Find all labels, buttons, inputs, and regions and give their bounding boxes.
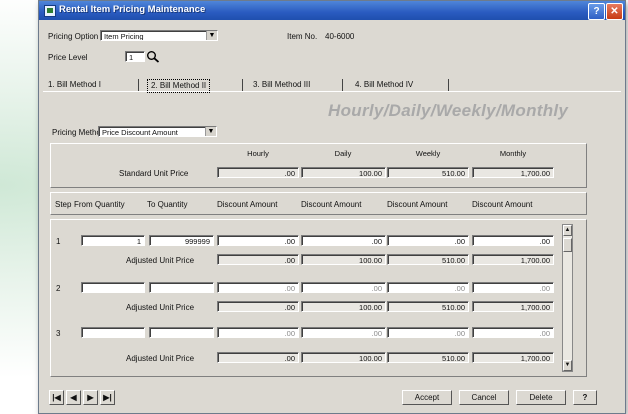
scroll-down-icon[interactable]: ▼ xyxy=(563,360,572,371)
price-level-label: Price Level xyxy=(48,53,88,62)
adjusted-hourly-value: .00 xyxy=(217,301,299,312)
adjusted-daily-value: 100.00 xyxy=(301,301,386,312)
close-button[interactable]: ✕ xyxy=(606,3,623,20)
last-record-button[interactable]: ▶| xyxy=(100,390,115,405)
standard-weekly-value: 510.00 xyxy=(387,167,469,178)
discount-monthly-input[interactable]: .00 xyxy=(472,282,554,293)
rate-periods-heading: Hourly/Daily/Weekly/Monthly xyxy=(328,101,569,120)
grid-scrollbar[interactable]: ▲ ▼ xyxy=(562,224,573,372)
adjusted-weekly-value: 510.00 xyxy=(387,352,469,363)
discount-weekly-input[interactable]: .00 xyxy=(387,327,469,338)
tab-bill-method-4[interactable]: 4. Bill Method IV xyxy=(352,79,416,91)
step-number: 1 xyxy=(56,237,61,246)
discount-hourly-input[interactable]: .00 xyxy=(217,235,299,246)
adjusted-hourly-value: .00 xyxy=(217,254,299,265)
price-level-input[interactable]: 1 xyxy=(125,51,145,62)
discount-monthly-input[interactable]: .00 xyxy=(472,327,554,338)
adjusted-daily-value: 100.00 xyxy=(301,254,386,265)
pricing-window: Rental Item Pricing Maintenance ? ✕ Pric… xyxy=(38,0,626,414)
search-icon[interactable] xyxy=(146,50,160,63)
adjusted-unit-price-label: Adjusted Unit Price xyxy=(126,354,195,363)
item-no-label: Item No. xyxy=(287,32,318,41)
adjusted-monthly-value: 1,700.00 xyxy=(472,301,554,312)
standard-unit-price-label: Standard Unit Price xyxy=(119,169,189,178)
step-number: 3 xyxy=(56,329,61,338)
pricing-option-label: Pricing Option xyxy=(48,32,99,41)
delete-button[interactable]: Delete xyxy=(516,390,566,405)
adjusted-monthly-value: 1,700.00 xyxy=(472,254,554,265)
discount-weekly-input[interactable]: .00 xyxy=(387,235,469,246)
discount-monthly-input[interactable]: .00 xyxy=(472,235,554,246)
discount-daily-input[interactable]: .00 xyxy=(301,327,386,338)
adjusted-daily-value: 100.00 xyxy=(301,352,386,363)
column-header-monthly: Monthly xyxy=(499,149,527,158)
step-number: 2 xyxy=(56,284,61,293)
standard-monthly-value: 1,700.00 xyxy=(472,167,554,178)
tab-bill-method-3[interactable]: 3. Bill Method III xyxy=(250,79,313,91)
column-header-daily: Daily xyxy=(334,149,352,158)
to-quantity-input[interactable]: 999999 xyxy=(149,235,214,246)
help-button[interactable]: ? xyxy=(573,390,597,405)
first-record-button[interactable]: |◀ xyxy=(49,390,64,405)
discount-weekly-input[interactable]: .00 xyxy=(387,282,469,293)
grid-header-discount-daily: Discount Amount xyxy=(301,200,362,209)
adjusted-unit-price-label: Adjusted Unit Price xyxy=(126,256,195,265)
tab-bill-method-1[interactable]: 1. Bill Method I xyxy=(45,79,104,91)
title-bar[interactable]: Rental Item Pricing Maintenance ? ✕ xyxy=(39,1,625,20)
app-icon xyxy=(44,5,56,17)
window-title: Rental Item Pricing Maintenance xyxy=(59,4,206,15)
scroll-thumb[interactable] xyxy=(563,238,572,252)
pricing-option-value: Item Pricing xyxy=(104,32,144,41)
standard-hourly-value: .00 xyxy=(217,167,299,178)
cancel-button[interactable]: Cancel xyxy=(459,390,509,405)
discount-hourly-input[interactable]: .00 xyxy=(217,327,299,338)
grid-header-discount-hourly: Discount Amount xyxy=(217,200,278,209)
item-no-value: 40-6000 xyxy=(325,32,355,41)
chevron-down-icon[interactable]: ▼ xyxy=(206,31,217,40)
tab-divider xyxy=(43,91,621,92)
standard-daily-value: 100.00 xyxy=(301,167,386,178)
discount-daily-input[interactable]: .00 xyxy=(301,282,386,293)
from-quantity-input[interactable] xyxy=(81,327,145,338)
help-title-button[interactable]: ? xyxy=(588,3,605,20)
adjusted-unit-price-label: Adjusted Unit Price xyxy=(126,303,195,312)
chevron-down-icon[interactable]: ▼ xyxy=(205,127,216,136)
accept-button[interactable]: Accept xyxy=(402,390,452,405)
grid-header-step: Step xyxy=(55,200,72,209)
previous-record-button[interactable]: ◀ xyxy=(66,390,81,405)
to-quantity-input[interactable] xyxy=(149,327,214,338)
from-quantity-input[interactable] xyxy=(81,282,145,293)
scroll-up-icon[interactable]: ▲ xyxy=(563,225,572,236)
from-quantity-input[interactable]: 1 xyxy=(81,235,145,246)
column-header-hourly: Hourly xyxy=(247,149,269,158)
adjusted-hourly-value: .00 xyxy=(217,352,299,363)
grid-header-from-quantity: From Quantity xyxy=(74,200,125,209)
adjusted-weekly-value: 510.00 xyxy=(387,254,469,265)
pricing-method-value: Price Discount Amount xyxy=(102,128,178,137)
grid-header-discount-monthly: Discount Amount xyxy=(472,200,533,209)
pricing-option-dropdown[interactable]: Item Pricing ▼ xyxy=(100,30,218,41)
column-header-weekly: Weekly xyxy=(415,149,441,158)
adjusted-monthly-value: 1,700.00 xyxy=(472,352,554,363)
pricing-method-dropdown[interactable]: Price Discount Amount ▼ xyxy=(98,126,217,137)
next-record-button[interactable]: ▶ xyxy=(83,390,98,405)
grid-header-discount-weekly: Discount Amount xyxy=(387,200,448,209)
adjusted-weekly-value: 510.00 xyxy=(387,301,469,312)
grid-header-to-quantity: To Quantity xyxy=(147,200,188,209)
to-quantity-input[interactable] xyxy=(149,282,214,293)
discount-hourly-input[interactable]: .00 xyxy=(217,282,299,293)
discount-daily-input[interactable]: .00 xyxy=(301,235,386,246)
